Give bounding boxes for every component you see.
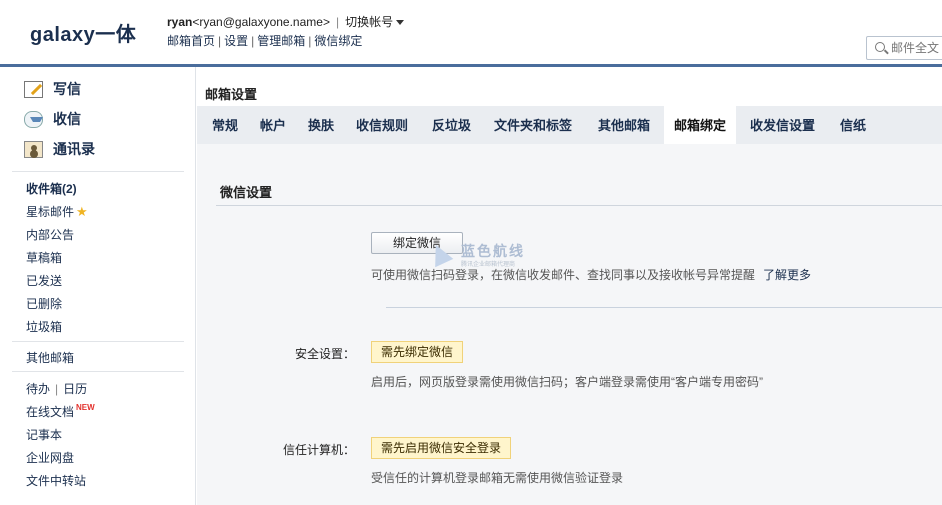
bind-wechat-button[interactable]: 绑定微信 xyxy=(371,232,463,254)
tab-other-mailbox[interactable]: 其他邮箱 xyxy=(590,106,658,144)
link-mail-home[interactable]: 邮箱首页 xyxy=(167,34,215,48)
divider xyxy=(12,341,184,342)
compose-button[interactable]: 写信 xyxy=(24,78,81,100)
separator: | xyxy=(218,34,222,48)
content-divider xyxy=(386,307,942,308)
online-docs-link[interactable]: 在线文档 NEW xyxy=(26,403,95,420)
divider xyxy=(12,171,184,172)
folder-spam[interactable]: 垃圾箱 xyxy=(26,318,62,335)
page-title: 邮箱设置 xyxy=(205,87,258,102)
separator: | xyxy=(335,15,340,29)
top-header: galaxy一体 ryan<ryan@galaxyone.name> | 切换帐号 … xyxy=(0,0,942,64)
tab-skin[interactable]: 换肤 xyxy=(300,106,342,144)
tab-mailbox-binding[interactable]: 邮箱绑定 xyxy=(664,106,737,144)
brand-logo[interactable]: galaxy一体 xyxy=(30,18,136,47)
tab-send-receive[interactable]: 收发信设置 xyxy=(742,106,823,144)
bind-description: 可使用微信扫码登录，在微信收发邮件、查找同事以及接收帐号异常提醒 了解更多 xyxy=(371,266,811,283)
section-title-wechat: 微信设置 xyxy=(220,185,273,200)
trusted-computer-label: 信任计算机： xyxy=(282,443,355,457)
switch-account-button[interactable]: 切换帐号 xyxy=(345,15,405,29)
compose-label: 写信 xyxy=(53,81,81,97)
todo-link[interactable]: 待办 xyxy=(26,382,50,396)
divider xyxy=(12,371,184,372)
folder-sent[interactable]: 已发送 xyxy=(26,272,62,289)
tab-folders-tags[interactable]: 文件夹和标签 xyxy=(486,106,580,144)
contacts-label: 通讯录 xyxy=(53,141,95,157)
folder-starred[interactable]: 星标邮件 ★ xyxy=(26,203,88,220)
todo-calendar-row: 待办 | 日历 xyxy=(26,380,87,397)
section-divider xyxy=(216,205,942,206)
settings-tabs: 常规 帐户 换肤 收信规则 反垃圾 文件夹和标签 其他邮箱 邮箱绑定 收发信设置… xyxy=(197,106,942,144)
search-input[interactable] xyxy=(891,40,942,56)
folder-announcements[interactable]: 内部公告 xyxy=(26,226,74,243)
separator: | xyxy=(251,34,255,48)
calendar-link[interactable]: 日历 xyxy=(63,382,87,396)
star-icon: ★ xyxy=(76,204,88,219)
online-docs-label: 在线文档 xyxy=(26,405,75,419)
pencil-icon xyxy=(24,80,43,98)
settings-panel: 微信设置 绑定微信 可使用微信扫码登录，在微信收发邮件、查找同事以及接收帐号异常… xyxy=(197,144,942,505)
search-icon[interactable] xyxy=(875,42,885,52)
user-email: <ryan@galaxyone.name> xyxy=(192,15,330,29)
folder-starred-label: 星标邮件 xyxy=(26,205,75,219)
folder-inbox[interactable]: 收件箱(2) xyxy=(26,180,77,197)
tab-receive-rules[interactable]: 收信规则 xyxy=(348,106,416,144)
security-description: 启用后，网页版登录需使用微信扫码；客户端登录需使用“客户端专用密码” xyxy=(371,375,763,389)
new-badge: NEW xyxy=(76,403,95,412)
folder-deleted[interactable]: 已删除 xyxy=(26,295,62,312)
main-content: 邮箱设置 常规 帐户 换肤 收信规则 反垃圾 文件夹和标签 其他邮箱 邮箱绑定 … xyxy=(197,67,942,505)
contacts-icon xyxy=(24,140,43,158)
tab-account[interactable]: 帐户 xyxy=(252,106,294,144)
search-box[interactable] xyxy=(866,36,942,60)
top-links: 邮箱首页 | 设置 | 管理邮箱 | 微信绑定 xyxy=(167,32,362,49)
folder-drafts[interactable]: 草稿箱 xyxy=(26,249,62,266)
notes-link[interactable]: 记事本 xyxy=(26,426,62,443)
security-hint-button[interactable]: 需先绑定微信 xyxy=(371,341,464,363)
trusted-hint-button[interactable]: 需先启用微信安全登录 xyxy=(371,437,512,459)
user-info: ryan<ryan@galaxyone.name> | 切换帐号 xyxy=(167,13,405,30)
learn-more-link[interactable]: 了解更多 xyxy=(763,268,811,282)
link-manage-mailbox[interactable]: 管理邮箱 xyxy=(257,34,305,48)
tab-anti-spam[interactable]: 反垃圾 xyxy=(424,106,479,144)
other-mailbox-link[interactable]: 其他邮箱 xyxy=(26,349,74,366)
link-settings[interactable]: 设置 xyxy=(224,34,248,48)
tab-stationery[interactable]: 信纸 xyxy=(832,106,874,144)
trusted-description: 受信任的计算机登录邮箱无需使用微信验证登录 xyxy=(371,471,624,485)
receive-label: 收信 xyxy=(53,111,81,127)
separator: | xyxy=(55,382,59,396)
tab-general[interactable]: 常规 xyxy=(204,106,246,144)
switch-account-label: 切换帐号 xyxy=(345,15,394,29)
chevron-down-icon xyxy=(396,20,405,26)
file-transfer-link[interactable]: 文件中转站 xyxy=(26,472,86,489)
separator: | xyxy=(308,34,312,48)
contacts-button[interactable]: 通讯录 xyxy=(24,138,95,160)
bind-description-text: 可使用微信扫码登录，在微信收发邮件、查找同事以及接收帐号异常提醒 xyxy=(371,268,756,282)
inbox-icon xyxy=(24,110,43,128)
link-wechat-bind[interactable]: 微信绑定 xyxy=(314,34,362,48)
sidebar: 写信 收信 通讯录 收件箱(2) 星标邮件 ★ 内部公告 草稿箱 已发送 已删除 … xyxy=(0,67,196,505)
receive-button[interactable]: 收信 xyxy=(24,108,81,130)
username: ryan xyxy=(167,15,193,29)
security-settings-label: 安全设置： xyxy=(294,347,355,361)
netdisk-link[interactable]: 企业网盘 xyxy=(26,449,74,466)
